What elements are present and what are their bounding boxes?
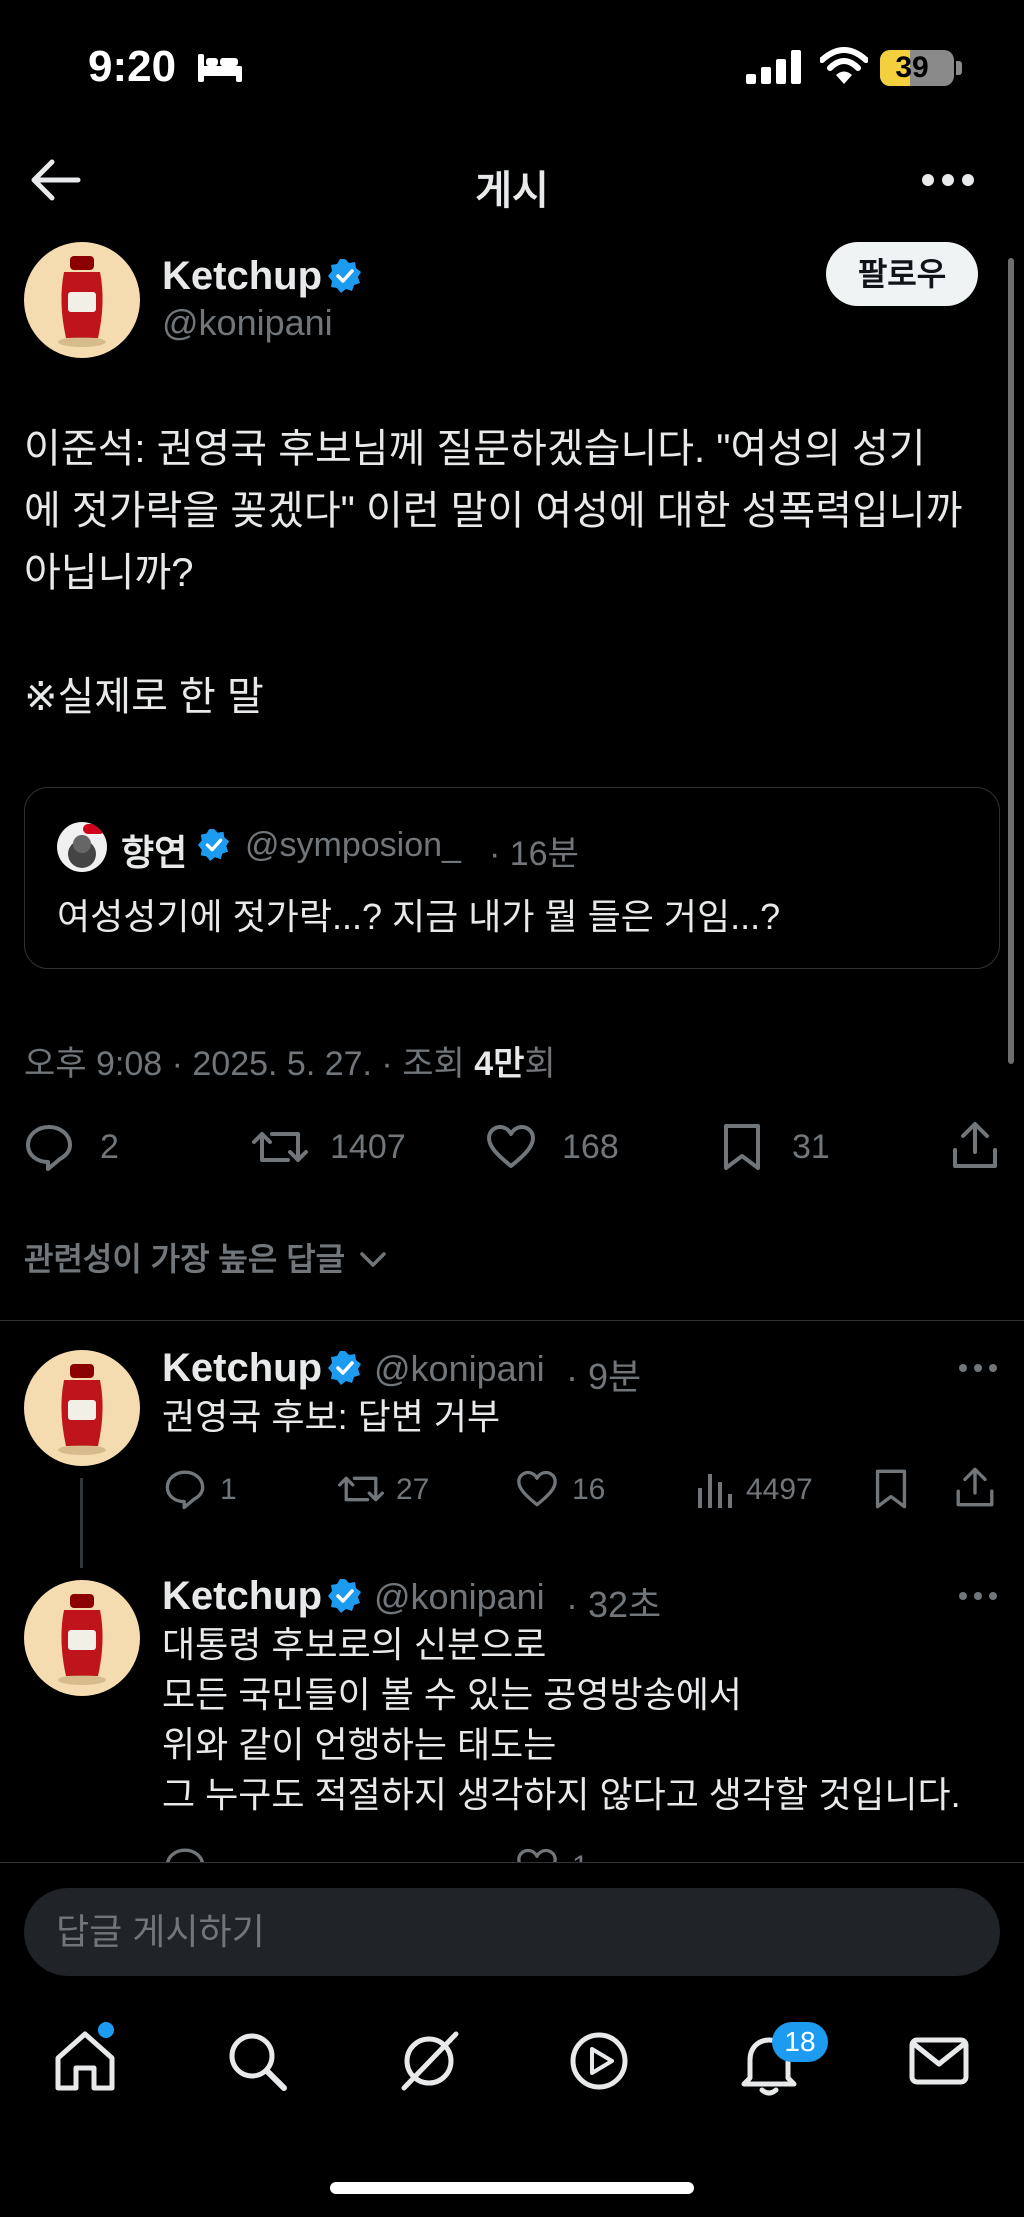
home-indicator[interactable] (330, 2182, 694, 2194)
reply-avatar[interactable] (24, 1350, 140, 1466)
search-icon[interactable] (222, 2026, 292, 2096)
view-count: 4497 (746, 1473, 813, 1506)
messages-mail-icon[interactable] (904, 2026, 974, 2096)
more-options-icon[interactable] (958, 1590, 998, 1602)
chevron-down-icon (360, 1252, 386, 1267)
quote-author-avatar (57, 822, 107, 872)
reply-count: 1 (220, 1473, 237, 1506)
status-time: 9:20 (88, 42, 177, 91)
post-text: 이준석: 권영국 후보님께 질문하겠습니다. "여성의 성기 에 젓가락을 꽂겠… (24, 427, 963, 719)
notifications-badge: 18 (772, 2022, 828, 2062)
verified-badge-icon (328, 1351, 361, 1385)
reply-count: 2 (100, 1128, 119, 1166)
reply-author-name[interactable]: Ketchup (162, 1574, 322, 1619)
verified-badge-icon (197, 828, 230, 862)
analytics-icon[interactable] (694, 1470, 734, 1510)
verified-badge-icon (328, 1579, 361, 1613)
reply-composer-input[interactable]: 답글 게시하기 (24, 1888, 1000, 1976)
quoted-post-card[interactable]: 향연 @symposion_ · 16분 여성성기에 젓가락...? 지금 내가… (24, 787, 1000, 969)
bookmark-icon[interactable] (722, 1122, 762, 1172)
view-count: 4만 (474, 1045, 525, 1083)
repost-icon[interactable] (252, 1122, 308, 1172)
like-icon[interactable] (516, 1470, 558, 1508)
battery-indicator: 39 (880, 50, 954, 86)
reply-author-handle[interactable]: @konipani (374, 1576, 545, 1618)
like-count: 168 (562, 1128, 619, 1166)
reply-icon[interactable] (164, 1468, 206, 1510)
repost-count: 1407 (330, 1128, 406, 1166)
sleep-focus-icon (198, 54, 242, 82)
reply-icon[interactable] (24, 1122, 74, 1172)
reply-text: 권영국 후보: 답변 거부 (162, 1396, 501, 1437)
reply-author-name[interactable]: Ketchup (162, 1346, 322, 1391)
thread-connector (80, 1478, 83, 1568)
follow-button[interactable]: 팔로우 (826, 242, 978, 306)
reply-sort-label: 관련성이 가장 높은 답글 (24, 1241, 346, 1277)
ketchup-bottle-icon (58, 1364, 106, 1455)
post-timestamp: 오후 9:08 · 2025. 5. 27. · 조회 (24, 1045, 475, 1083)
verified-badge-icon (328, 259, 361, 293)
ketchup-bottle-icon (58, 256, 106, 347)
author-handle[interactable]: @konipani (162, 302, 333, 344)
like-icon[interactable] (486, 1124, 536, 1170)
view-count-suffix: 회 (524, 1045, 556, 1083)
post-meta: 오후 9:08 · 2025. 5. 27. · 조회 4만회 (24, 1036, 556, 1085)
grok-icon[interactable] (394, 2026, 464, 2096)
cellular-signal-icon (746, 50, 801, 84)
ketchup-bottle-icon (58, 1594, 106, 1685)
like-count: 16 (572, 1473, 606, 1506)
more-options-icon[interactable] (920, 172, 976, 188)
wifi-icon (820, 47, 868, 84)
scrollbar[interactable] (1008, 258, 1014, 1064)
reply-text: 대통령 후보로의 신분으로 모든 국민들이 볼 수 있는 공영방송에서 위와 같… (162, 1624, 961, 1815)
home-notification-dot (98, 2022, 114, 2038)
bookmark-icon[interactable] (874, 1468, 908, 1510)
share-icon[interactable] (954, 1466, 996, 1508)
quote-author-handle: @symposion_ (245, 826, 461, 864)
quote-text: 여성성기에 젓가락...? 지금 내가 뭘 들은 거임...? (57, 896, 781, 937)
quote-author-name: 향연 (121, 832, 188, 873)
share-icon[interactable] (950, 1120, 1000, 1170)
reply-time: · 9분 (566, 1356, 642, 1397)
more-options-icon[interactable] (958, 1362, 998, 1374)
author-avatar[interactable] (24, 242, 140, 358)
quote-time: · 16분 (489, 835, 579, 873)
video-play-icon[interactable] (564, 2026, 634, 2096)
author-name[interactable]: Ketchup (162, 254, 322, 299)
page-title: 게시 (475, 169, 549, 213)
divider (0, 1320, 1024, 1321)
repost-count: 27 (396, 1473, 430, 1506)
battery-level: 39 (895, 51, 929, 84)
reply-author-handle[interactable]: @konipani (374, 1348, 545, 1390)
reply-avatar[interactable] (24, 1580, 140, 1696)
reply-sort-selector[interactable]: 관련성이 가장 높은 답글 (24, 1234, 388, 1280)
bookmark-count: 31 (792, 1128, 830, 1166)
repost-icon[interactable] (338, 1468, 384, 1510)
